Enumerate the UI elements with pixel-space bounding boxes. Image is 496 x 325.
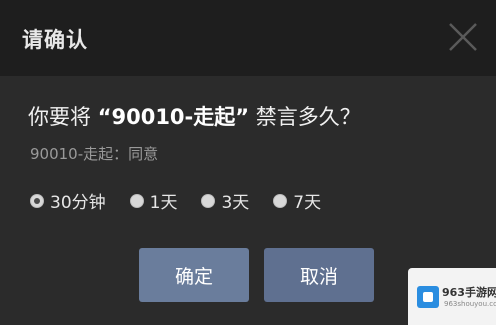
watermark-logo-icon <box>417 286 439 308</box>
option-30min-label: 30分钟 <box>50 193 106 213</box>
watermark-url: 963shouyou.com <box>444 300 496 308</box>
question-suffix: 禁言多久？ <box>249 105 361 129</box>
close-button[interactable] <box>446 20 480 54</box>
option-3day-label: 3天 <box>221 193 250 213</box>
option-30min[interactable]: 30分钟 <box>30 188 106 213</box>
dialog-title: 请确认 <box>22 28 88 52</box>
watermark-text: 963手游网 <box>442 286 496 299</box>
confirm-button[interactable]: 确定 <box>139 248 249 302</box>
close-icon <box>449 23 477 51</box>
question-target-user: “90010-走起” <box>97 105 250 129</box>
option-1day[interactable]: 1天 <box>129 188 178 213</box>
radio-3day[interactable] <box>201 193 216 208</box>
radio-30min[interactable] <box>30 193 44 208</box>
option-1day-label: 1天 <box>149 193 178 213</box>
radio-1day[interactable] <box>129 193 144 208</box>
radio-7day[interactable] <box>273 193 288 208</box>
site-watermark: 963手游网 963shouyou.com <box>408 268 496 325</box>
mute-question: 你要将 “90010-走起” 禁言多久？ <box>28 101 361 131</box>
cancel-button[interactable]: 取消 <box>264 248 374 302</box>
option-7day[interactable]: 7天 <box>273 188 321 213</box>
question-prefix: 你要将 <box>28 105 98 129</box>
duration-options: 30分钟 1天 3天 7天 <box>30 188 345 213</box>
dialog-titlebar: 请确认 <box>0 0 496 76</box>
option-3day[interactable]: 3天 <box>201 188 249 213</box>
user-message: 90010-走起：同意 <box>30 145 159 163</box>
option-7day-label: 7天 <box>293 193 322 213</box>
confirm-dialog: 请确认 你要将 “90010-走起” 禁言多久？ 90010-走起：同意 30分… <box>0 0 496 325</box>
